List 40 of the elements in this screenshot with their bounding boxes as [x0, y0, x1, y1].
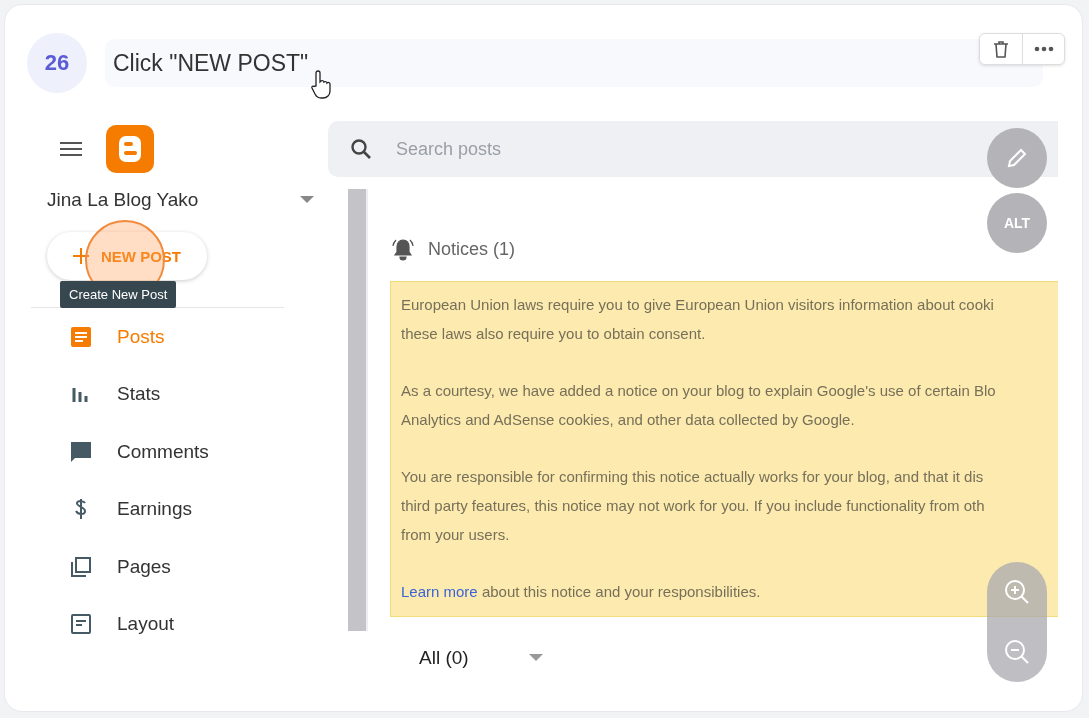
nav-item[interactable]: Layout — [31, 595, 324, 653]
document-icon — [69, 554, 93, 579]
zoom-in-icon[interactable] — [1003, 578, 1031, 606]
scrollbar[interactable] — [348, 189, 368, 631]
zoom-out-icon[interactable] — [1003, 638, 1031, 666]
dropdown-caret-icon[interactable] — [528, 653, 543, 662]
trash-icon — [993, 40, 1009, 58]
document-icon — [69, 324, 93, 349]
notice-text: third party features, this notice may not work for you. If you include functionality from oth — [401, 495, 986, 516]
blogger-logo-icon — [106, 125, 154, 173]
nav-item[interactable]: Earnings — [31, 480, 324, 538]
filter-value[interactable]: All (0) — [419, 646, 469, 669]
comment-icon — [69, 439, 93, 464]
notice-text: Analytics and AdSense cookies, and other data collected by Google. — [401, 409, 856, 430]
more-button[interactable] — [1022, 34, 1064, 64]
nav-item[interactable]: Pages — [31, 538, 324, 596]
more-icon — [1033, 46, 1054, 52]
bell-icon — [390, 237, 416, 261]
plus-icon — [73, 248, 89, 264]
notice-text: You are responsible for confirming this notice actually works for your blog, and that it dis — [401, 467, 985, 488]
notice-text: As a courtesy, we have added a notice on your blog to explain Google's use of certain Blo — [401, 381, 997, 402]
step-title: Click "NEW POST" — [105, 39, 1043, 87]
delete-button[interactable] — [980, 34, 1022, 64]
search-icon — [350, 138, 372, 160]
nav-item[interactable]: Comments — [31, 423, 324, 481]
notice-text: from your users. — [401, 524, 511, 545]
dropdown-caret-icon[interactable] — [300, 196, 314, 204]
notice-text: these laws also require you to obtain consent. — [401, 323, 707, 344]
learn-more-link[interactable]: Learn more — [401, 583, 478, 600]
search-field[interactable]: Search posts — [394, 137, 798, 161]
tooltip: Create New Post — [60, 281, 177, 308]
nav-item[interactable]: Stats — [31, 365, 324, 423]
blog-name: Jina La Blog Yako — [47, 189, 199, 211]
step-number: 26 — [27, 33, 87, 93]
document-icon — [69, 612, 93, 637]
pencil-icon — [1005, 146, 1029, 170]
notice-text: about this notice and your responsibilities. — [481, 583, 761, 600]
notice-text: European Union laws require you to give European Union visitors information about cooki — [401, 295, 995, 315]
notices-heading: Notices (1) — [428, 238, 516, 260]
menu-icon[interactable] — [60, 141, 82, 157]
